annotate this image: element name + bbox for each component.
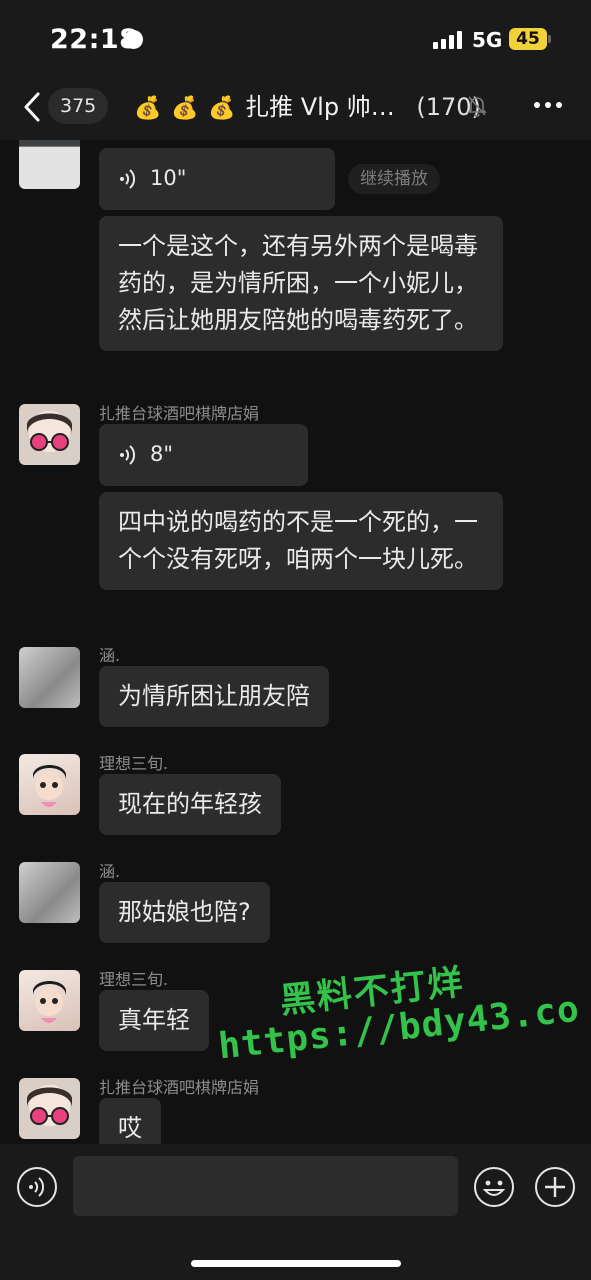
- glasses-avatar-icon: [27, 1087, 72, 1125]
- avatar[interactable]: [19, 862, 80, 923]
- network-label: 5G: [472, 28, 503, 52]
- chat-header: 375 💰 💰 💰 扎推 Vlp 帅… (170): [0, 78, 591, 140]
- voice-wave-icon: [120, 445, 136, 465]
- recording-dot-icon: [124, 30, 143, 49]
- smiley-icon[interactable]: [473, 1166, 515, 1208]
- voice-duration: 8": [150, 442, 174, 466]
- unread-count-badge[interactable]: 375: [48, 88, 109, 124]
- money-bag-icon: 💰: [171, 96, 199, 121]
- bell-slash-icon: [467, 96, 487, 117]
- text-message[interactable]: 四中说的喝药的不是一个死的，一个个没有死呀，咱两个一块儿死。: [99, 492, 503, 590]
- voice-wave-icon[interactable]: [16, 1166, 58, 1208]
- money-bag-icon: 💰: [208, 96, 236, 121]
- sender-name: 理想三旬.: [99, 970, 169, 989]
- text-message[interactable]: 真年轻: [99, 990, 209, 1051]
- ellipsis-icon[interactable]: [534, 102, 564, 110]
- text-message[interactable]: 为情所困让朋友陪: [99, 666, 329, 727]
- continue-play-button[interactable]: 继续播放: [348, 164, 440, 194]
- text-message[interactable]: 现在的年轻孩: [99, 774, 281, 835]
- home-indicator[interactable]: [191, 1260, 401, 1267]
- avatar[interactable]: [19, 970, 80, 1031]
- voice-wave-icon: [120, 169, 136, 189]
- signal-icon: [433, 31, 463, 49]
- money-bag-icon: 💰: [134, 96, 162, 121]
- avatar[interactable]: [19, 647, 80, 708]
- text-message[interactable]: 哎: [99, 1098, 161, 1144]
- avatar[interactable]: [19, 404, 80, 465]
- battery-icon: 45: [509, 28, 547, 50]
- avatar[interactable]: [19, 1078, 80, 1139]
- message-input-bar: [0, 1144, 591, 1280]
- voice-message[interactable]: 10": [99, 148, 335, 210]
- plus-circle-icon[interactable]: [534, 1166, 576, 1208]
- avatar[interactable]: [19, 140, 80, 189]
- avatar[interactable]: [19, 754, 80, 815]
- cartoon-kid-avatar-icon: [33, 765, 66, 807]
- text-message[interactable]: 那姑娘也陪?: [99, 882, 270, 943]
- message-input[interactable]: [73, 1156, 458, 1216]
- message-list[interactable]: 10" 继续播放 一个是这个，还有另外两个是喝毒药的，是为情所困，一个小妮儿，然…: [0, 140, 591, 1144]
- sender-name: 涵.: [99, 862, 121, 881]
- group-name: 扎推 Vlp 帅…: [245, 93, 395, 121]
- voice-duration: 10": [150, 166, 187, 190]
- sender-name: 理想三旬.: [99, 754, 169, 773]
- sender-name: 涵.: [99, 646, 121, 665]
- chevron-left-icon[interactable]: [20, 90, 44, 124]
- text-message[interactable]: 一个是这个，还有另外两个是喝毒药的，是为情所困，一个小妮儿，然后让她朋友陪她的喝…: [99, 216, 503, 351]
- chat-screen: 22:18 5G 45 375 💰 💰 💰 扎推 Vlp 帅… (170) 10…: [0, 0, 591, 1280]
- glasses-avatar-icon: [27, 413, 72, 451]
- sender-name: 扎推台球酒吧棋牌店娟: [99, 404, 260, 423]
- voice-message[interactable]: 8": [99, 424, 308, 486]
- status-bar: 22:18 5G 45: [0, 0, 591, 78]
- battery-tip: [548, 35, 551, 43]
- sender-name: 扎推台球酒吧棋牌店娟: [99, 1078, 260, 1097]
- cartoon-kid-avatar-icon: [33, 981, 66, 1023]
